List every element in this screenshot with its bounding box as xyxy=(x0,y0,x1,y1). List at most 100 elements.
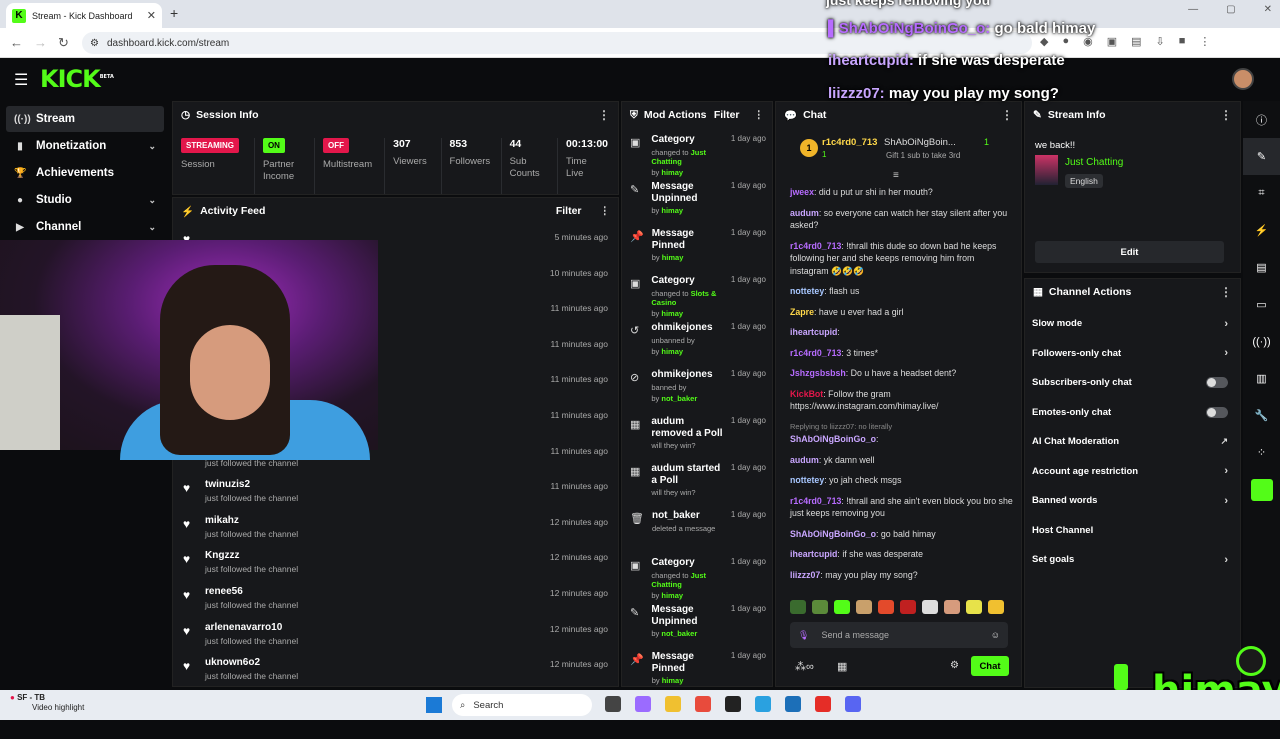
obs-icon[interactable] xyxy=(725,696,741,712)
chat-icon[interactable]: ▭ xyxy=(1243,286,1280,323)
chat-input[interactable]: 🎙 Send a message ☺ xyxy=(790,622,1008,648)
channel-action-row[interactable]: Account age restriction › xyxy=(1025,457,1240,487)
more-options-icon[interactable]: ⋮ xyxy=(1220,108,1232,122)
more-options-icon[interactable]: ⋮ xyxy=(754,109,765,121)
follower-name[interactable]: arlenenavarro10 xyxy=(205,622,298,633)
emote-icon[interactable] xyxy=(988,600,1004,614)
store-icon[interactable] xyxy=(785,696,801,712)
edit-stream-info-button[interactable]: Edit xyxy=(1035,241,1224,263)
emote-icon[interactable] xyxy=(790,600,806,614)
send-chat-button[interactable]: Chat xyxy=(971,656,1009,676)
youtube-icon[interactable] xyxy=(815,696,831,712)
sidebar-item-monetization[interactable]: ▮ Monetization ⌄ xyxy=(6,133,164,159)
minimize-icon[interactable]: — xyxy=(1188,4,1198,15)
sidebar-item-achievements[interactable]: 🏆 Achievements xyxy=(6,160,164,186)
channel-action-row[interactable]: Emotes-only chat xyxy=(1025,398,1240,428)
chat-username[interactable]: Jshzgsbsbsh xyxy=(790,368,846,378)
reload-icon[interactable]: ↻ xyxy=(58,35,69,51)
follower-name[interactable]: uknown6o2 xyxy=(205,657,298,668)
bubbles-icon[interactable]: ⁘ xyxy=(1243,434,1280,471)
user-avatar[interactable] xyxy=(1232,68,1254,90)
chat-expand-icon[interactable]: ≡ xyxy=(893,170,899,181)
channel-action-row[interactable]: Slow mode › xyxy=(1025,309,1240,339)
broadcast-icon[interactable]: ((·)) xyxy=(1243,323,1280,360)
windows-start-icon[interactable] xyxy=(426,697,442,713)
channel-action-row[interactable]: Host Channel xyxy=(1025,516,1240,546)
chat-username[interactable]: r1c4rd0_713 xyxy=(790,496,841,506)
plugin-icon[interactable] xyxy=(1243,471,1280,508)
channel-action-row[interactable]: Banned words › xyxy=(1025,486,1240,516)
follower-name[interactable]: twinuzis2 xyxy=(205,479,298,490)
more-options-icon[interactable]: ⋮ xyxy=(1001,108,1013,122)
channel-action-row[interactable]: AI Chat Moderation ↗ xyxy=(1025,427,1240,457)
chat-username[interactable]: Zapre xyxy=(790,307,814,317)
sidebar-item-channel[interactable]: ▶ Channel ⌄ xyxy=(6,214,164,240)
back-icon[interactable]: ← xyxy=(10,35,23,50)
mic-icon[interactable]: 🎙 xyxy=(798,630,809,641)
chat-settings-icon[interactable]: ⚙ xyxy=(950,660,959,671)
follower-name[interactable]: renee56 xyxy=(205,586,298,597)
browser-tab[interactable]: K Stream - Kick Dashboard ✕ xyxy=(6,3,162,28)
copilot-icon[interactable] xyxy=(635,696,651,712)
profile-icon[interactable]: ■ xyxy=(1179,35,1186,48)
channel-action-row[interactable]: Followers-only chat › xyxy=(1025,339,1240,369)
chat-username[interactable]: ShAbOiNgBoinGo_o xyxy=(790,434,876,444)
crop-icon[interactable]: ⌗ xyxy=(1243,175,1280,212)
chat-username[interactable]: ShAbOiNgBoinGo_o xyxy=(790,529,876,539)
channel-action-row[interactable]: Set goals › xyxy=(1025,545,1240,575)
chat-username[interactable]: jweex xyxy=(790,187,814,197)
emote-icon[interactable] xyxy=(856,600,872,614)
chat-username[interactable]: audum xyxy=(790,208,819,218)
points-icon[interactable]: ⁂∞ xyxy=(795,660,814,673)
emote-icon[interactable] xyxy=(834,600,850,614)
sidebar-item-studio[interactable]: ● Studio ⌄ xyxy=(6,187,164,213)
stat-multistream[interactable]: OFF Multistream xyxy=(323,138,386,194)
chat-username[interactable]: liizzz07 xyxy=(790,570,820,580)
store-icon[interactable]: ▦ xyxy=(837,660,847,673)
more-options-icon[interactable]: ⋮ xyxy=(598,108,610,122)
pencil-icon[interactable]: ✎ xyxy=(1243,138,1280,175)
emote-icon[interactable] xyxy=(900,600,916,614)
more-options-icon[interactable]: ⋮ xyxy=(600,205,611,217)
more-options-icon[interactable]: ⋮ xyxy=(1220,285,1232,299)
taskbar-notification[interactable]: ● SF - TB Video highlight xyxy=(10,693,84,713)
chrome-icon[interactable] xyxy=(695,696,711,712)
kick-logo[interactable]: KICKBETA xyxy=(40,65,114,93)
toggle-switch[interactable] xyxy=(1206,377,1228,389)
pinned-gift-leaderboard[interactable]: 1 r1c4rd0_713 1 ShAbOiNgBoin... 1 Gift 1… xyxy=(790,133,1010,169)
chat-username[interactable]: iheartcupid xyxy=(790,549,837,559)
taskbar-search[interactable]: ⌕ Search xyxy=(452,694,592,716)
forward-icon[interactable]: → xyxy=(34,35,47,50)
emote-icon[interactable] xyxy=(922,600,938,614)
emoji-icon[interactable]: ☺ xyxy=(991,630,1000,640)
emote-icon[interactable] xyxy=(966,600,982,614)
toggle-switch[interactable] xyxy=(1206,406,1228,418)
site-info-icon[interactable]: ⚙ xyxy=(90,38,99,49)
sidebar-icon[interactable]: ▤ xyxy=(1131,35,1141,48)
chat-username[interactable]: nottetey xyxy=(790,286,824,296)
info-icon[interactable]: ⓘ xyxy=(1243,101,1280,138)
chat-username[interactable]: audum xyxy=(790,455,819,465)
new-tab-button[interactable]: + xyxy=(170,5,178,21)
chat-username[interactable]: r1c4rd0_713 xyxy=(790,241,841,251)
menu-icon[interactable]: ⋮ xyxy=(1199,35,1210,48)
chat-username[interactable]: r1c4rd0_713 xyxy=(790,348,841,358)
close-window-icon[interactable]: ✕ xyxy=(1264,4,1272,15)
tab-close-icon[interactable]: ✕ xyxy=(147,9,156,22)
puzzle-icon[interactable]: ▣ xyxy=(1107,35,1117,48)
layout-icon[interactable]: ▥ xyxy=(1243,360,1280,397)
document-icon[interactable]: ▤ xyxy=(1243,249,1280,286)
filter-button[interactable]: Filter xyxy=(714,109,740,121)
file-explorer-icon[interactable] xyxy=(665,696,681,712)
discord-icon[interactable] xyxy=(845,696,861,712)
follower-name[interactable]: Kngzzz xyxy=(205,550,298,561)
chat-username[interactable]: KickBot xyxy=(790,389,823,399)
stream-category[interactable]: Just Chatting xyxy=(1065,157,1123,168)
filter-button[interactable]: Filter xyxy=(556,205,582,217)
emote-icon[interactable] xyxy=(812,600,828,614)
task-view-icon[interactable] xyxy=(605,696,621,712)
channel-action-row[interactable]: Subscribers-only chat xyxy=(1025,368,1240,398)
wrench-icon[interactable]: 🔧 xyxy=(1243,397,1280,434)
edge-icon[interactable] xyxy=(755,696,771,712)
emote-icon[interactable] xyxy=(944,600,960,614)
